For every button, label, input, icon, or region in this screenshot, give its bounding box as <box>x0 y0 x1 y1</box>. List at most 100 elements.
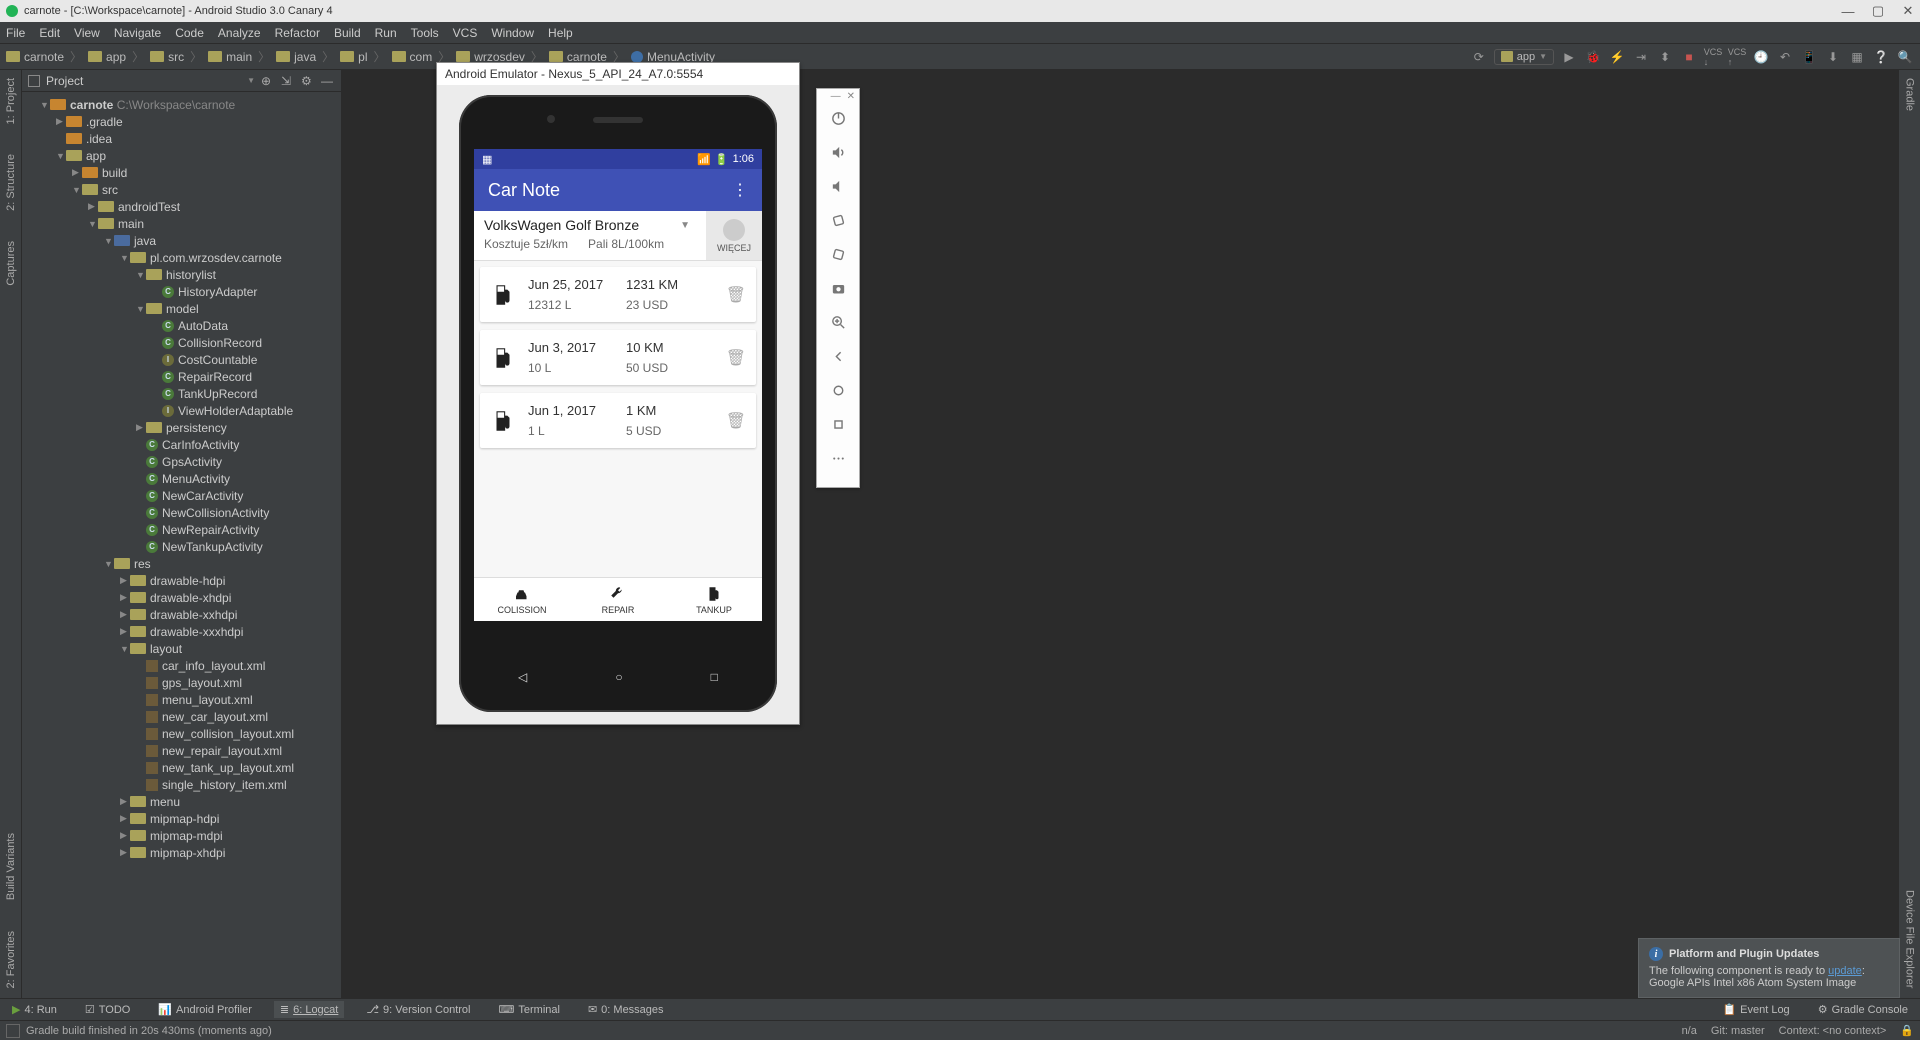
layout-inspector-icon[interactable]: ▦ <box>1848 48 1866 66</box>
menu-run[interactable]: Run <box>375 26 397 40</box>
back-key[interactable]: ◁ <box>518 670 527 684</box>
power-icon[interactable] <box>817 101 859 135</box>
tab-collision[interactable]: COLISSION <box>474 578 570 621</box>
menu-tools[interactable]: Tools <box>411 26 439 40</box>
history-card[interactable]: Jun 25, 201712312 L 1231 KM23 USD 🗑 <box>480 267 756 322</box>
delete-icon[interactable]: 🗑 <box>726 411 746 431</box>
sync-gradle-icon[interactable]: ⟳ <box>1470 48 1488 66</box>
crumb-pl[interactable]: pl <box>340 50 367 64</box>
maximize-button[interactable]: ▢ <box>1872 5 1884 17</box>
project-tree[interactable]: ▼carnote C:\Workspace\carnote ▶.gradle .… <box>22 92 341 998</box>
menu-navigate[interactable]: Navigate <box>114 26 161 40</box>
help-icon[interactable]: ❔ <box>1872 48 1890 66</box>
delete-icon[interactable]: 🗑 <box>726 348 746 368</box>
vcs-history-icon[interactable]: 🕘 <box>1752 48 1770 66</box>
close-button[interactable]: ✕ <box>1902 5 1914 17</box>
search-icon[interactable]: 🔍 <box>1896 48 1914 66</box>
overflow-menu-icon[interactable]: ⋮ <box>732 180 748 200</box>
update-notification[interactable]: iPlatform and Plugin Updates The followi… <box>1638 938 1900 998</box>
emulator-window[interactable]: Android Emulator - Nexus_5_API_24_A7.0:5… <box>436 62 800 725</box>
status-lock-icon[interactable]: 🔒 <box>1900 1024 1914 1037</box>
emu-minimize-icon[interactable]: — <box>831 91 841 99</box>
zoom-icon[interactable] <box>817 305 859 339</box>
collapse-icon[interactable]: ⇲ <box>281 74 295 88</box>
crumb-src[interactable]: src <box>150 50 184 64</box>
status-context[interactable]: Context: <no context> <box>1779 1025 1887 1037</box>
history-card[interactable]: Jun 3, 201710 L 10 KM50 USD 🗑 <box>480 330 756 385</box>
delete-icon[interactable]: 🗑 <box>726 285 746 305</box>
attach-debugger-icon[interactable]: ⇥ <box>1632 48 1650 66</box>
rotate-right-icon[interactable] <box>817 237 859 271</box>
avd-manager-icon[interactable]: 📱 <box>1800 48 1818 66</box>
run-coverage-icon[interactable]: ⬍ <box>1656 48 1674 66</box>
tab-repair[interactable]: REPAIR <box>570 578 666 621</box>
home-icon[interactable] <box>817 373 859 407</box>
tool-run[interactable]: ▶4: Run <box>6 1001 63 1018</box>
menu-analyze[interactable]: Analyze <box>218 26 261 40</box>
tool-todo[interactable]: ☑TODO <box>79 1001 136 1018</box>
project-panel-label[interactable]: Project <box>46 74 241 88</box>
menu-vcs[interactable]: VCS <box>453 26 478 40</box>
tool-profiler[interactable]: 📊Android Profiler <box>152 1001 258 1018</box>
device-screen[interactable]: ▦ 📶🔋1:06 Car Note ⋮ VolksWagen Golf Bron… <box>474 149 762 621</box>
tool-gradle-console[interactable]: ⚙Gradle Console <box>1812 1001 1914 1018</box>
menu-code[interactable]: Code <box>175 26 204 40</box>
tab-structure-vertical[interactable]: 2: Structure <box>5 154 17 211</box>
volume-down-icon[interactable] <box>817 169 859 203</box>
menu-refactor[interactable]: Refactor <box>275 26 320 40</box>
crumb-app[interactable]: app <box>88 50 126 64</box>
status-panel-icon[interactable] <box>6 1024 20 1038</box>
crumb-main[interactable]: main <box>208 50 252 64</box>
screenshot-icon[interactable] <box>817 271 859 305</box>
menu-window[interactable]: Window <box>491 26 534 40</box>
tab-favorites[interactable]: 2: Favorites <box>5 931 17 988</box>
crumb-com[interactable]: com <box>392 50 433 64</box>
tab-gradle-vertical[interactable]: Gradle <box>1904 78 1916 111</box>
history-list[interactable]: Jun 25, 201712312 L 1231 KM23 USD 🗑 Jun … <box>474 261 762 454</box>
tab-build-variants[interactable]: Build Variants <box>5 833 17 900</box>
back-icon[interactable] <box>817 339 859 373</box>
menu-help[interactable]: Help <box>548 26 573 40</box>
autoscroll-icon[interactable]: ⊕ <box>261 74 275 88</box>
run-button[interactable]: ▶ <box>1560 48 1578 66</box>
recents-key[interactable]: □ <box>711 670 718 684</box>
run-config-dropdown[interactable]: app▼ <box>1494 49 1554 65</box>
status-git[interactable]: Git: master <box>1711 1025 1765 1037</box>
more-icon[interactable] <box>817 441 859 475</box>
sdk-manager-icon[interactable]: ⬇ <box>1824 48 1842 66</box>
vcs-update-icon[interactable]: VCS↓ <box>1704 48 1722 66</box>
menu-view[interactable]: View <box>74 26 100 40</box>
more-button[interactable]: WIĘCEJ <box>706 211 762 260</box>
vcs-commit-icon[interactable]: VCS↑ <box>1728 48 1746 66</box>
tab-device-explorer-vertical[interactable]: Device File Explorer <box>1904 890 1916 988</box>
tab-project-vertical[interactable]: 1: Project <box>5 78 17 124</box>
tab-captures-vertical[interactable]: Captures <box>5 241 17 286</box>
tool-terminal[interactable]: ⌨Terminal <box>492 1001 565 1018</box>
history-card[interactable]: Jun 1, 20171 L 1 KM5 USD 🗑 <box>480 393 756 448</box>
debug-button[interactable]: 🐞 <box>1584 48 1602 66</box>
overview-icon[interactable] <box>817 407 859 441</box>
tool-logcat[interactable]: ≣6: Logcat <box>274 1001 344 1018</box>
emu-close-icon[interactable]: ✕ <box>847 91 855 99</box>
settings-icon[interactable]: ⚙ <box>301 74 315 88</box>
emulator-control-panel[interactable]: —✕ <box>816 88 860 488</box>
hide-panel-icon[interactable]: — <box>321 74 335 88</box>
menu-file[interactable]: File <box>6 26 25 40</box>
home-key[interactable]: ○ <box>615 670 622 684</box>
volume-up-icon[interactable] <box>817 135 859 169</box>
minimize-button[interactable]: — <box>1842 5 1854 17</box>
revert-icon[interactable]: ↶ <box>1776 48 1794 66</box>
menu-build[interactable]: Build <box>334 26 361 40</box>
tab-tankup[interactable]: TANKUP <box>666 578 762 621</box>
apply-changes-icon[interactable]: ⚡ <box>1608 48 1626 66</box>
crumb-root[interactable]: carnote <box>6 50 64 64</box>
tool-messages[interactable]: ✉0: Messages <box>582 1001 670 1018</box>
tool-vcs[interactable]: ⎇9: Version Control <box>360 1001 476 1018</box>
tool-eventlog[interactable]: 📋Event Log <box>1716 1001 1795 1018</box>
update-link[interactable]: update <box>1828 965 1862 977</box>
menu-edit[interactable]: Edit <box>39 26 60 40</box>
stop-button[interactable]: ■ <box>1680 48 1698 66</box>
rotate-left-icon[interactable] <box>817 203 859 237</box>
crumb-java[interactable]: java <box>276 50 316 64</box>
car-dropdown[interactable]: VolksWagen Golf Bronze▼ <box>484 217 696 233</box>
